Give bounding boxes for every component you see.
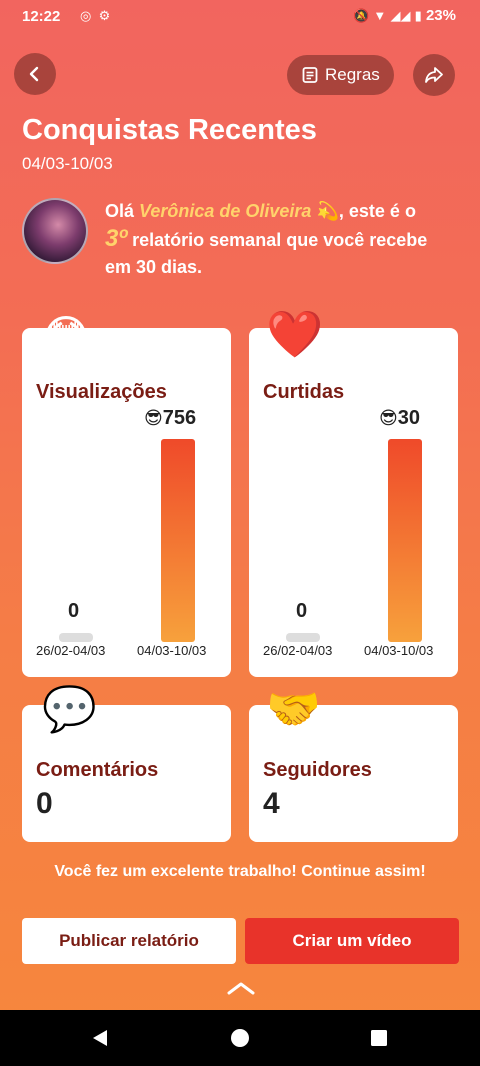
rules-button[interactable]: Regras bbox=[287, 55, 394, 95]
sparkle-icon: 💫 bbox=[316, 201, 339, 221]
likes-title: Curtidas bbox=[263, 381, 345, 403]
greeting: Olá bbox=[105, 201, 135, 221]
shocked-face-icon: 😳 bbox=[42, 311, 90, 363]
nav-home-icon[interactable] bbox=[230, 1028, 250, 1048]
followers-value: 4 bbox=[263, 787, 280, 820]
expand-up-button[interactable] bbox=[226, 980, 256, 1001]
chevron-left-icon bbox=[29, 66, 39, 82]
likes-prev-value: 0 bbox=[296, 600, 308, 622]
chevron-up-icon bbox=[227, 982, 255, 995]
views-prev-period: 26/02-04/03 bbox=[36, 643, 106, 658]
report-ordinal: 3º bbox=[105, 225, 128, 252]
encouragement-message: Você fez um excelente trabalho! Continue… bbox=[54, 863, 426, 880]
wifi-icon: ▼ bbox=[373, 8, 387, 23]
page-title: Conquistas Recentes bbox=[22, 114, 317, 146]
user-name: Verônica de Oliveira bbox=[139, 201, 312, 221]
system-nav-bar bbox=[0, 1010, 480, 1066]
nav-back-icon[interactable] bbox=[90, 1028, 110, 1048]
comments-title: Comentários bbox=[36, 759, 159, 781]
intro-part2: o bbox=[404, 201, 416, 221]
app-notification-icon: ◎ bbox=[80, 8, 92, 23]
views-curr-value: 756 bbox=[162, 407, 197, 429]
notification-icons: ◎ ⚙ bbox=[80, 8, 110, 24]
status-time: 12:22 bbox=[22, 8, 61, 25]
battery-icon: ▮ bbox=[414, 8, 422, 23]
heart-icon: ❤️ bbox=[266, 308, 324, 360]
share-button[interactable] bbox=[413, 54, 455, 96]
likes-card: Curtidas 0 😎30 26/02-04/03 04/03-10/03 bbox=[249, 328, 458, 677]
document-icon bbox=[302, 67, 318, 83]
cool-face-icon: 😎 bbox=[144, 408, 163, 428]
battery-percent: 23% bbox=[425, 7, 456, 24]
followers-title: Seguidores bbox=[263, 759, 372, 781]
status-right: 🔕 ▼ ◢◢ ▮ 23% bbox=[353, 7, 456, 24]
signal-icon: ◢◢ bbox=[390, 8, 411, 23]
mute-icon: 🔕 bbox=[353, 8, 370, 23]
avatar bbox=[22, 198, 88, 264]
cool-face-icon: 😎 bbox=[379, 408, 398, 428]
handshake-icon: 🤝 bbox=[266, 685, 321, 734]
intro-part1: , este é bbox=[338, 201, 400, 221]
comments-value: 0 bbox=[36, 787, 53, 820]
publish-report-button[interactable]: Publicar relatório bbox=[22, 918, 236, 964]
rules-label: Regras bbox=[325, 65, 380, 84]
views-prev-value: 0 bbox=[68, 600, 80, 622]
views-prev-bar bbox=[59, 633, 93, 642]
views-curr-bar bbox=[161, 439, 195, 642]
likes-curr-bar bbox=[388, 439, 422, 642]
nav-recents-icon[interactable] bbox=[370, 1029, 388, 1047]
speech-bubble-icon: 💬 bbox=[42, 685, 97, 734]
views-card: Visualizações 0 😎756 26/02-04/03 04/03-1… bbox=[22, 328, 231, 677]
share-icon bbox=[425, 67, 443, 83]
settings-notification-icon: ⚙ bbox=[98, 8, 111, 23]
intro-part3: relatório semanal que você recebe em 30 … bbox=[105, 230, 428, 277]
likes-curr-period: 04/03-10/03 bbox=[364, 643, 434, 658]
views-title: Visualizações bbox=[36, 381, 167, 403]
date-range: 04/03-10/03 bbox=[22, 154, 113, 173]
likes-prev-period: 26/02-04/03 bbox=[263, 643, 333, 658]
likes-curr-value: 30 bbox=[397, 407, 421, 429]
intro-text: Olá Verônica de Oliveira 💫, este é o 3º … bbox=[105, 198, 435, 281]
views-curr-period: 04/03-10/03 bbox=[137, 643, 207, 658]
likes-prev-bar bbox=[286, 633, 320, 642]
create-video-button[interactable]: Criar um vídeo bbox=[245, 918, 459, 964]
back-button[interactable] bbox=[14, 53, 56, 95]
